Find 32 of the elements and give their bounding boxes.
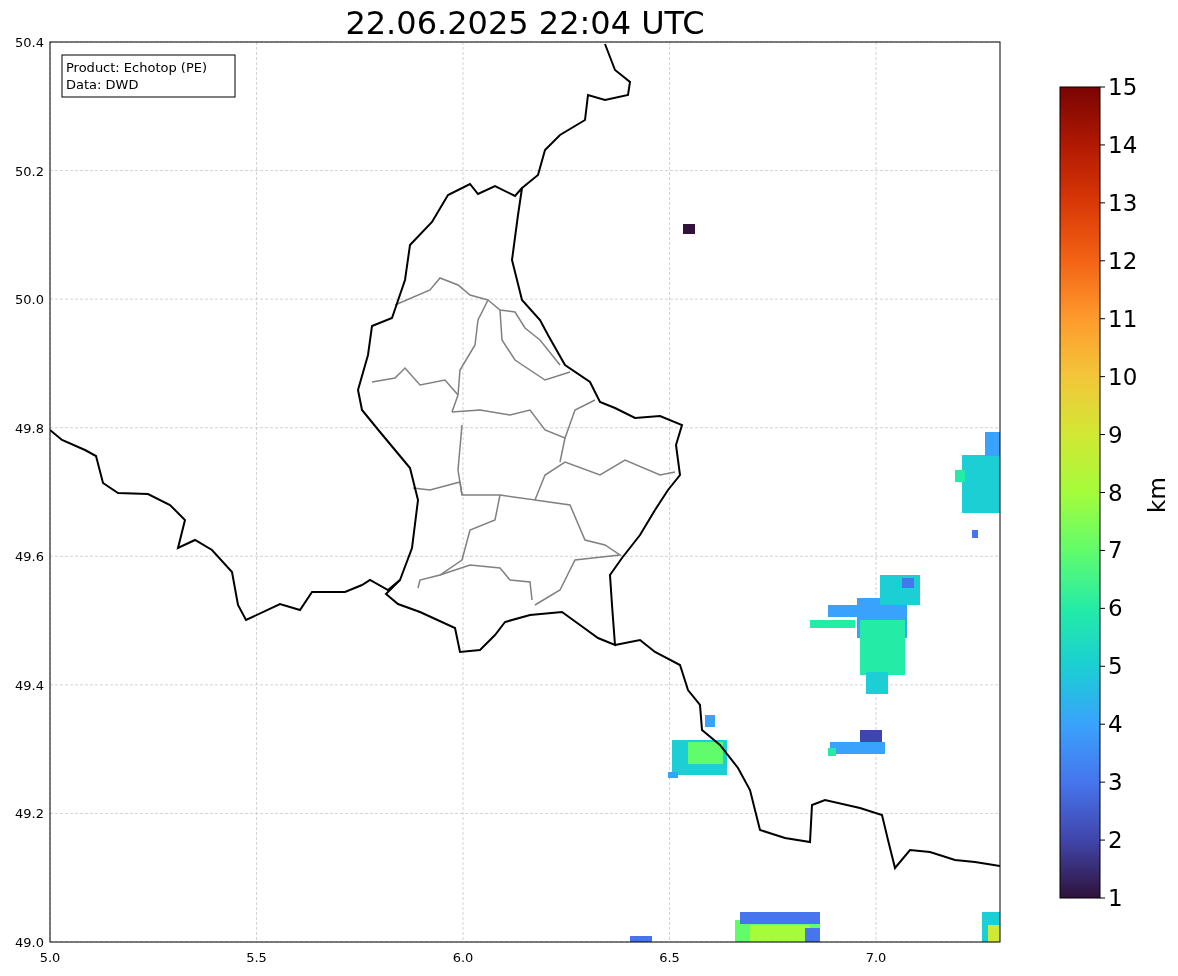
colorbar-tick-label: 11	[1108, 305, 1138, 332]
colorbar-tick-label: 14	[1108, 131, 1138, 158]
info-text: Data: DWD	[66, 77, 139, 92]
y-tick-label: 49.2	[15, 806, 44, 822]
colorbar-tick-label: 12	[1108, 247, 1138, 274]
colorbar-tick-label: 8	[1108, 479, 1123, 506]
y-tick-label: 50.4	[15, 35, 44, 50]
info-text: Product: Echotop (PE)	[66, 60, 208, 75]
x-tick-label: 7.0	[865, 950, 887, 965]
x-tick-label: 6.0	[452, 950, 474, 965]
y-tick-label: 49.4	[15, 677, 44, 693]
colorbar-tick-label: 10	[1108, 363, 1138, 390]
x-tick-label: 5.0	[39, 950, 61, 965]
colorbar-tick-label: 6	[1108, 595, 1123, 622]
x-tick-label: 6.5	[659, 950, 680, 965]
colorbar-tick-label: 7	[1108, 537, 1123, 564]
colorbar-tick-label: 5	[1108, 653, 1123, 680]
y-tick-label: 49.6	[15, 549, 44, 565]
colorbar-tick-label: 15	[1108, 74, 1138, 100]
chart-title: 22.06.2025 22:04 UTC	[345, 4, 705, 42]
x-tick-label: 5.5	[246, 950, 267, 965]
colorbar-tick-label: 3	[1108, 769, 1123, 796]
y-tick-label: 49.0	[15, 935, 44, 950]
y-tick-label: 49.8	[15, 420, 44, 436]
y-tick-label: 50.2	[15, 163, 44, 179]
colorbar-tick-label: 4	[1108, 711, 1123, 738]
y-tick-label: 50.0	[15, 292, 44, 308]
colorbar-tick-label: 13	[1108, 189, 1138, 216]
colorbar-tick-label: 1	[1108, 885, 1123, 911]
colorbar-label: km	[1144, 477, 1170, 513]
colorbar-tick-label: 2	[1108, 827, 1123, 854]
colorbar-tick-label: 9	[1108, 421, 1123, 448]
